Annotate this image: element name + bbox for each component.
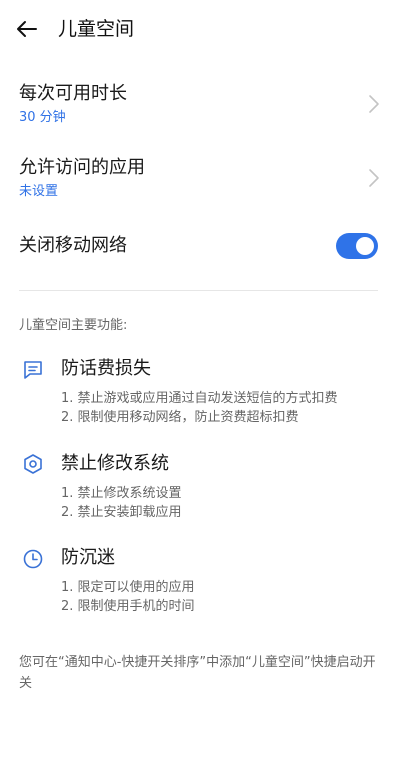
chevron-right-icon <box>369 169 379 187</box>
allowed-apps-setting-title: 允许访问的应用 <box>19 157 145 178</box>
features-heading: 儿童空间主要功能: <box>19 318 128 333</box>
message-icon <box>24 361 42 379</box>
chevron-right-icon <box>369 95 379 113</box>
mobile-network-toggle[interactable] <box>336 233 378 259</box>
duration-setting-row[interactable]: 每次可用时长 30 分钟 <box>0 80 403 132</box>
duration-setting-value: 30 分钟 <box>19 110 66 125</box>
divider <box>19 290 378 291</box>
toggle-knob <box>356 237 374 255</box>
feature-title: 禁止修改系统 <box>61 453 169 474</box>
feature-line: 1. 禁止修改系统设置 <box>61 486 182 501</box>
feature-line: 2. 限制使用手机的时间 <box>61 599 195 614</box>
duration-setting-title: 每次可用时长 <box>19 83 127 104</box>
feature-line: 2. 限制使用移动网络，防止资费超标扣费 <box>61 410 299 425</box>
page-title: 儿童空间 <box>58 18 135 40</box>
clock-icon <box>23 549 43 569</box>
mobile-network-setting-title: 关闭移动网络 <box>19 235 127 256</box>
allowed-apps-setting-row[interactable]: 允许访问的应用 未设置 <box>0 154 403 206</box>
feature-title: 防话费损失 <box>61 358 151 379</box>
header: 儿童空间 <box>0 0 403 60</box>
settings-hexagon-icon <box>24 454 42 474</box>
allowed-apps-setting-value: 未设置 <box>19 184 59 199</box>
footer-note: 您可在“通知中心-快捷开关排序”中添加“儿童空间”快捷启动开关 <box>19 655 376 691</box>
feature-line: 1. 限定可以使用的应用 <box>61 580 195 595</box>
arrow-left-icon[interactable] <box>14 16 40 42</box>
feature-line: 2. 禁止安装卸载应用 <box>61 505 182 520</box>
feature-title: 防沉迷 <box>61 547 115 568</box>
feature-line: 1. 禁止游戏或应用通过自动发送短信的方式扣费 <box>61 391 338 406</box>
